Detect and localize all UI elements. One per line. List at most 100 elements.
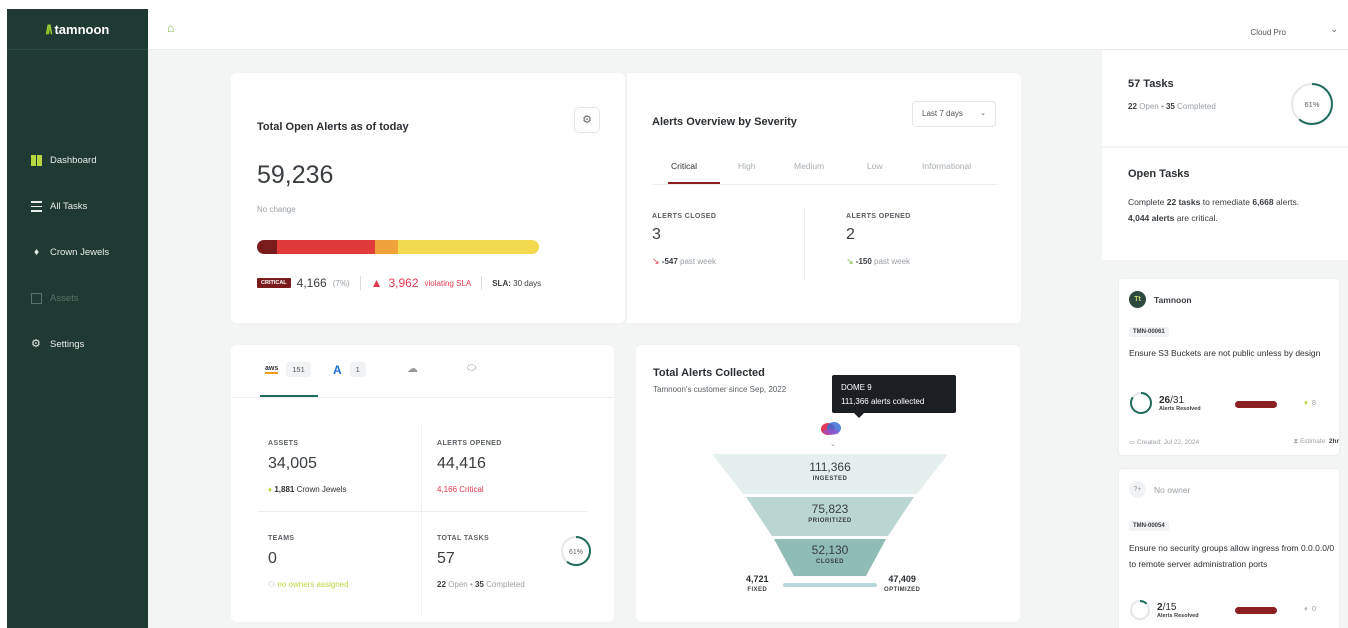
users-icon: ⚇ — [268, 580, 276, 589]
stat-label: ASSETS — [268, 440, 299, 447]
progress-label: 61% — [1304, 100, 1319, 109]
customer-since: Tamnoon's customer since Sep, 2022 — [653, 385, 787, 394]
optimized-label: OPTIMIZED — [884, 587, 921, 593]
tab-oci[interactable]: ⬭ — [467, 362, 476, 375]
tasks-title: 57 Tasks — [1128, 78, 1174, 90]
resolved-progress-ring — [1130, 600, 1150, 620]
crown-jewels-label: Crown Jewels — [296, 485, 347, 494]
desc-critical: 4,044 alerts — [1128, 213, 1175, 223]
open-tasks-title: Open Tasks — [1128, 168, 1190, 180]
teams-stat: TEAMS 0 ⚇ no owners assigned — [268, 535, 349, 589]
tab-aws[interactable]: aws 151 — [265, 362, 311, 377]
jewels-value: 0 — [1311, 604, 1316, 613]
gem-icon: ♦ — [268, 485, 273, 494]
task-card[interactable]: Tt Tamnoon TMN-00061 Ensure S3 Buckets a… — [1118, 278, 1340, 456]
cloud-summary-card: aws 151 A 1 ☁ ⬭ ASSETS 34,005 ♦ 1,881 Cr… — [231, 345, 614, 622]
fixed-value: 4,721 — [746, 574, 769, 584]
sidebar-item-assets: Assets — [7, 275, 148, 321]
settings-button[interactable]: ⚙ — [574, 107, 600, 133]
task-name[interactable]: Ensure no security groups allow ingress … — [1129, 540, 1339, 572]
tab-gcp[interactable]: ☁ — [407, 362, 418, 375]
assets-icon — [31, 292, 42, 304]
teams-note: ⚇ no owners assigned — [268, 580, 349, 589]
gear-icon: ⚙ — [31, 337, 41, 350]
critical-alerts-link[interactable]: 4,166 Critical — [437, 485, 502, 494]
tab-low[interactable]: Low — [867, 161, 883, 184]
azure-icon: A — [333, 362, 342, 377]
stat-value: 2 — [846, 226, 855, 243]
tooltip-text: 111,366 alerts collected — [841, 397, 925, 406]
tab-medium[interactable]: Medium — [794, 161, 824, 184]
tab-high[interactable]: High — [738, 161, 755, 184]
task-id: TMN-00061 — [1129, 327, 1169, 337]
total-open-alerts-value: 59,236 — [257, 161, 334, 189]
task-footer: ▭ Created: Jul 22, 2024 ⧗ Estimate: 2hr — [1129, 438, 1339, 446]
sidebar: //\ tamnoon Dashboard All Tasks ♦ Crown … — [7, 9, 148, 628]
oracle-icon: ⬭ — [467, 362, 477, 374]
account-selector[interactable]: Cloud Pro — [1250, 28, 1286, 37]
sidebar-item-label: Crown Jewels — [50, 246, 110, 258]
crown-jewels-count[interactable]: ♦ 1,881 Crown Jewels — [268, 485, 346, 494]
brand-name: tamnoon — [54, 21, 110, 37]
sidebar-item-dashboard[interactable]: Dashboard — [7, 137, 148, 183]
prioritized-stage-label: 75,823 PRIORITIZED — [713, 502, 947, 524]
estimate-value: 2hr — [1328, 438, 1339, 445]
progress-label: 61% — [569, 549, 583, 556]
chevron-down-icon[interactable]: ⌄ — [830, 440, 836, 448]
sidebar-item-label: Settings — [50, 338, 85, 350]
card-title: Total Alerts Collected — [653, 367, 765, 379]
task-name[interactable]: Ensure S3 Buckets are not public unless … — [1129, 345, 1339, 361]
stat-value: 0 — [268, 550, 277, 567]
source-tooltip: DOME 9 111,366 alerts collected — [832, 375, 956, 418]
sla-label: SLA: — [492, 278, 511, 288]
cloud-icon: ☁ — [407, 363, 418, 375]
created-date: Created: Jul 22, 2024 — [1136, 439, 1200, 446]
alerts-opened-stat: ALERTS OPENED 2 ↘ -150 past week — [846, 213, 911, 267]
alerts-summary-row: CRITICAL 4,166 (7%) ▲ 3,962 violating SL… — [257, 276, 541, 290]
sidebar-item-crown-jewels[interactable]: ♦ Crown Jewels — [7, 229, 148, 275]
tab-informational[interactable]: Informational — [922, 161, 971, 184]
home-icon[interactable]: ⌂ — [167, 22, 180, 34]
completed-label: Completed — [1177, 102, 1216, 111]
total-alerts-collected-card: Total Alerts Collected Tamnoon's custome… — [636, 345, 1020, 622]
ingested-value: 111,366 — [809, 460, 851, 474]
desc-text: are critical. — [1176, 213, 1218, 223]
trend-down-icon: ↘ — [652, 256, 660, 266]
sidebar-item-all-tasks[interactable]: All Tasks — [7, 183, 148, 229]
gem-icon: ♦ — [33, 246, 40, 258]
task-card[interactable]: ?+ No owner TMN-00054 Ensure no security… — [1118, 468, 1340, 628]
list-icon — [31, 200, 42, 212]
card-title: Total Open Alerts as of today — [257, 121, 409, 133]
closed-label: CLOSED — [815, 559, 844, 565]
task-id: TMN-00054 — [1129, 521, 1169, 531]
sidebar-item-label: Dashboard — [50, 154, 97, 166]
resolved-label: Alerts Resolved — [1159, 405, 1201, 412]
task-owner[interactable]: ?+ No owner — [1129, 481, 1190, 498]
open-label: Open — [1139, 102, 1159, 111]
tab-azure[interactable]: A 1 — [333, 362, 366, 377]
task-owner[interactable]: Tt Tamnoon — [1129, 291, 1192, 308]
trend-value: -547 — [661, 257, 678, 266]
alerts-resolved: 26/31 Alerts Resolved — [1129, 391, 1201, 415]
chevron-down-icon[interactable]: ⌄ — [1330, 24, 1338, 35]
change-text: No change — [257, 205, 296, 214]
closed-stage-label: 52,130 CLOSED — [713, 543, 947, 565]
crown-jewels-value: 1,881 — [274, 485, 295, 494]
brand-logo[interactable]: //\ tamnoon — [7, 9, 148, 50]
task-breakdown: 22 Open • 35 Completed — [437, 580, 525, 589]
cloud-provider-tabs: aws 151 A 1 ☁ ⬭ — [231, 345, 614, 398]
hourglass-icon: ⧗ — [1293, 438, 1299, 445]
calendar-icon: ▭ — [1129, 439, 1136, 446]
dome9-source-icon[interactable] — [820, 419, 842, 437]
date-range-select[interactable]: Last 7 days ⌄ — [912, 101, 996, 127]
severity-distribution-bar — [257, 240, 539, 254]
optimized-value: 47,409 — [888, 574, 916, 584]
warning-icon: ▲ — [370, 276, 383, 290]
critical-percent: (7%) — [332, 278, 350, 288]
open-tasks-summary: Open Tasks Complete 22 tasks to remediat… — [1102, 148, 1348, 260]
trend-suffix: past week — [680, 257, 717, 266]
tab-critical[interactable]: Critical — [668, 161, 720, 184]
optimized-stat: 47,409 OPTIMIZED — [884, 574, 920, 593]
critical-count: 4,166 — [296, 276, 327, 290]
sidebar-item-settings[interactable]: ⚙ Settings — [7, 321, 148, 367]
